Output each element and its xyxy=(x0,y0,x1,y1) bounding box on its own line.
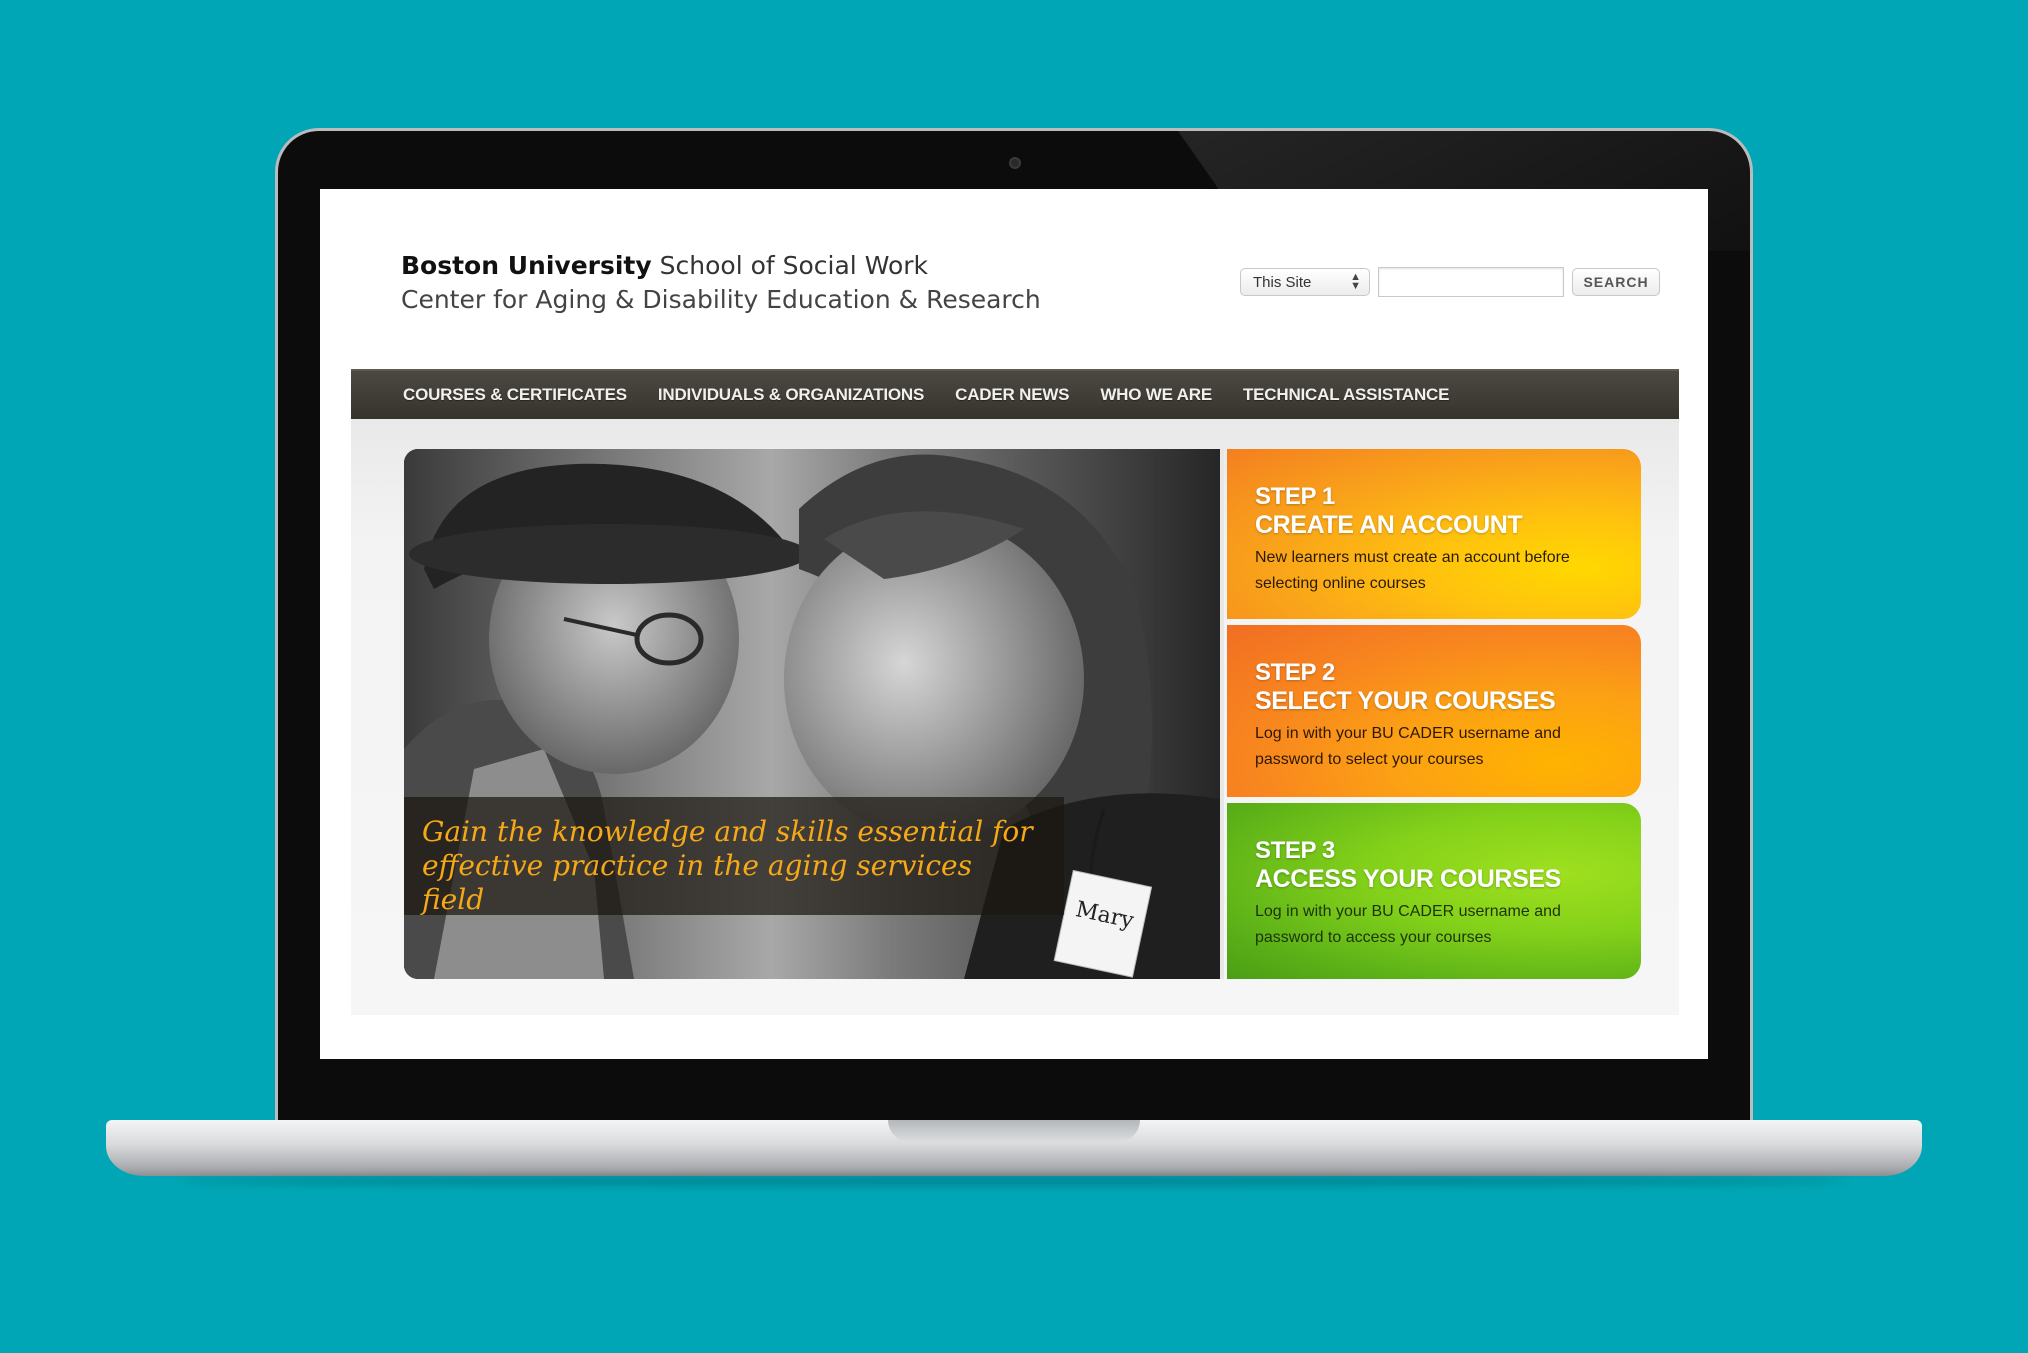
search-button[interactable]: SEARCH xyxy=(1572,268,1660,296)
search-input[interactable] xyxy=(1378,267,1564,297)
step-select-courses[interactable]: STEP 2 SELECT YOUR COURSES Log in with y… xyxy=(1227,625,1641,797)
nav-technical-assistance[interactable]: TECHNICAL ASSISTANCE xyxy=(1243,385,1450,405)
browser-viewport: Boston University School of Social Work … xyxy=(320,189,1708,1059)
laptop-shadow xyxy=(180,1176,1848,1186)
brand-center: Center for Aging & Disability Education … xyxy=(401,285,1041,314)
nav-who-we-are[interactable]: WHO WE ARE xyxy=(1100,385,1212,405)
step-title: CREATE AN ACCOUNT xyxy=(1255,511,1523,539)
step-create-account[interactable]: STEP 1 CREATE AN ACCOUNT New learners mu… xyxy=(1227,449,1641,619)
step-title: SELECT YOUR COURSES xyxy=(1255,687,1556,715)
step-access-courses[interactable]: STEP 3 ACCESS YOUR COURSES Log in with y… xyxy=(1227,803,1641,979)
hero-caption: Gain the knowledge and skills essential … xyxy=(422,815,1033,916)
hero-section: Mary Gain the knowledge and skills essen… xyxy=(351,419,1679,1015)
step-description: Log in with your BU CADER username and p… xyxy=(1255,903,1561,946)
nav-courses-certificates[interactable]: COURSES & CERTIFICATES xyxy=(403,385,627,405)
step-number: STEP 2 xyxy=(1255,659,1335,686)
brand-university: Boston University xyxy=(401,251,652,280)
step-number: STEP 1 xyxy=(1255,483,1335,510)
hero-photo[interactable]: Mary Gain the knowledge and skills essen… xyxy=(404,449,1220,979)
search-scope-value: This Site xyxy=(1253,273,1312,291)
step-description: New learners must create an account befo… xyxy=(1255,549,1570,592)
webcam-icon xyxy=(1009,157,1021,169)
hero-caption-band: Gain the knowledge and skills essential … xyxy=(404,797,1064,916)
step-title: ACCESS YOUR COURSES xyxy=(1255,865,1561,893)
hero-divider xyxy=(1220,449,1224,979)
search-bar: This Site ▲ ▼ SEARCH xyxy=(1240,267,1660,297)
site-header: Boston University School of Social Work … xyxy=(320,189,1708,369)
step-description: Log in with your BU CADER username and p… xyxy=(1255,725,1561,768)
brand-school: School of Social Work xyxy=(659,251,928,280)
step-number: STEP 3 xyxy=(1255,837,1335,864)
main-nav: COURSES & CERTIFICATES INDIVIDUALS & ORG… xyxy=(351,369,1679,419)
laptop-opening-notch xyxy=(888,1120,1140,1142)
nav-individuals-organizations[interactable]: INDIVIDUALS & ORGANIZATIONS xyxy=(658,385,924,405)
search-scope-select[interactable]: This Site ▲ ▼ xyxy=(1240,268,1370,296)
nav-cader-news[interactable]: CADER NEWS xyxy=(955,385,1069,405)
laptop-base xyxy=(106,1120,1922,1176)
site-logo[interactable]: Boston University School of Social Work … xyxy=(401,249,1041,317)
select-arrows-icon: ▲ ▼ xyxy=(1350,271,1361,292)
laptop-lid: Boston University School of Social Work … xyxy=(275,128,1753,1133)
